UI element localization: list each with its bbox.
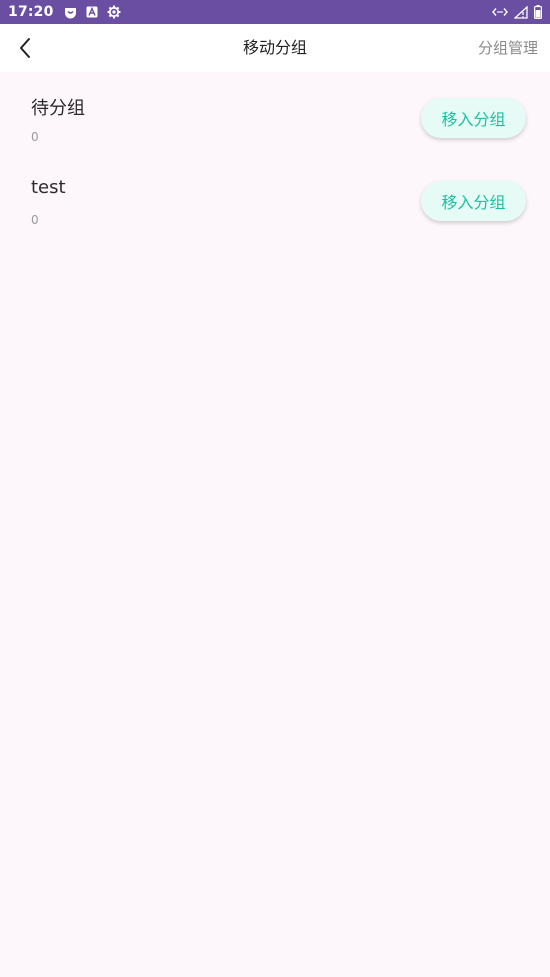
group-count: 0 [31,213,39,227]
back-button[interactable] [10,33,40,63]
status-time: 17:20 [8,4,54,20]
battery-icon [534,5,542,19]
app-bar: 移动分组 分组管理 [0,24,550,72]
chevron-left-icon [20,38,30,58]
move-to-group-button[interactable]: 移入分组 [421,98,526,138]
signal-icon [514,5,528,19]
group-item: 待分组 0 移入分组 [0,72,550,155]
data-transfer-icon [492,8,508,16]
group-management-button[interactable]: 分组管理 [478,24,538,72]
group-item: test 0 移入分组 [0,155,550,238]
status-bar: 17:20 [0,0,550,24]
move-to-group-button[interactable]: 移入分组 [421,181,526,221]
group-name: test [31,177,66,198]
app-a-icon [86,6,98,18]
status-right-icons [492,5,542,19]
group-name: 待分组 [31,98,85,119]
notification-badge-icon [64,7,76,18]
group-count: 0 [31,130,39,144]
group-list: 待分组 0 移入分组 test 0 移入分组 [0,72,550,238]
page-title: 移动分组 [242,38,307,57]
status-left-icons [64,5,121,19]
settings-gear-icon [107,5,121,19]
